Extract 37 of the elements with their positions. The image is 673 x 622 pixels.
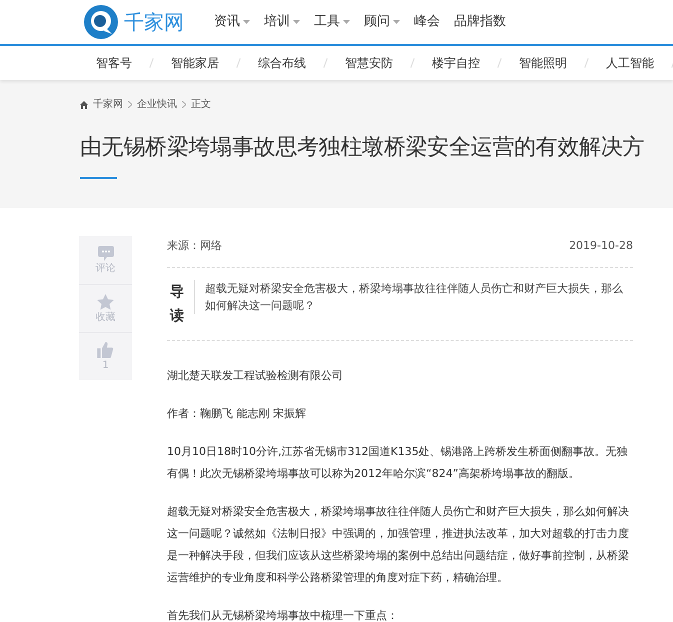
chat-bubble-icon <box>98 246 114 260</box>
nav-link[interactable]: 品牌指数 <box>454 12 506 32</box>
caret-icon <box>243 20 250 24</box>
chevron-icon <box>128 101 132 108</box>
lead-label: 导读 <box>170 282 184 326</box>
caret-icon <box>343 20 350 24</box>
category-link[interactable]: 楼宇自控 <box>432 54 480 72</box>
nav-link[interactable]: 工具 <box>314 12 350 32</box>
article-source: 来源：网络 <box>167 238 222 254</box>
article-title: 由无锡桥梁垮塌事故思考独柱墩桥梁安全运营的有效解决方 <box>80 134 646 162</box>
caret-icon <box>293 20 300 24</box>
article-paragraph: 10月10日18时10分许,江苏省无锡市312国道K135处、锡港路上跨桥发生桥面侧翻事故。无独有偶！此次无锡桥梁垮塌事故可以称为2012年哈尔滨“824”高架桥垮塌事故的翻版。 <box>167 444 629 482</box>
article-paragraph: 湖北楚天联发工程试验检测有限公司 <box>167 368 344 384</box>
category-link[interactable]: 人工智能 <box>606 54 654 72</box>
article-paragraph: 首先我们从无锡桥梁垮塌事故中梳理一下重点： <box>167 608 399 622</box>
category-link[interactable]: 智客号 <box>96 54 132 72</box>
breadcrumb-link[interactable]: 正文 <box>191 97 211 112</box>
breadcrumb-link[interactable]: 千家网 <box>93 97 123 112</box>
nav-link[interactable]: 顾问 <box>364 12 400 32</box>
article-paragraph: 作者：鞠鹏飞 能志刚 宋振辉 <box>167 406 307 422</box>
nav-link[interactable]: 峰会 <box>414 12 440 32</box>
star-icon <box>97 294 114 310</box>
category-link[interactable]: 智能照明 <box>519 54 567 72</box>
chevron-icon <box>182 101 186 108</box>
lead-text: 超载无疑对桥梁安全危害极大，桥梁垮塌事故往往伴随人员伤亡和财产巨大损失，那么如何解决这一问题呢？ <box>194 280 633 314</box>
article-date: 2019-10-28 <box>569 238 633 254</box>
breadcrumb-link[interactable]: 企业快讯 <box>137 97 177 112</box>
thumbs-up-icon <box>97 342 114 358</box>
nav-link[interactable]: 资讯 <box>214 12 250 32</box>
category-link[interactable]: 智慧安防 <box>345 54 393 72</box>
nav-link[interactable]: 培训 <box>264 12 300 32</box>
home-icon <box>80 100 88 108</box>
logo-icon[interactable] <box>84 5 118 39</box>
category-link[interactable]: 综合布线 <box>258 54 306 72</box>
article-paragraph: 超载无疑对桥梁安全危害极大，桥梁垮塌事故往往伴随人员伤亡和财产巨大损失，那么如何解决这一问题呢？诚然如《法制日报》中强调的，加强管理，推进执法改革，加大对超载的打击力度是一种解决手段，但我们应该从这些桥梁垮塌的案例中总结出问题结症，做好事前控制，从桥梁运营维护的专业角度和科学公路桥梁管理的角度对症下药，精确治理。 <box>167 504 630 586</box>
category-link[interactable]: 智能家居 <box>171 54 219 72</box>
caret-icon <box>393 20 400 24</box>
